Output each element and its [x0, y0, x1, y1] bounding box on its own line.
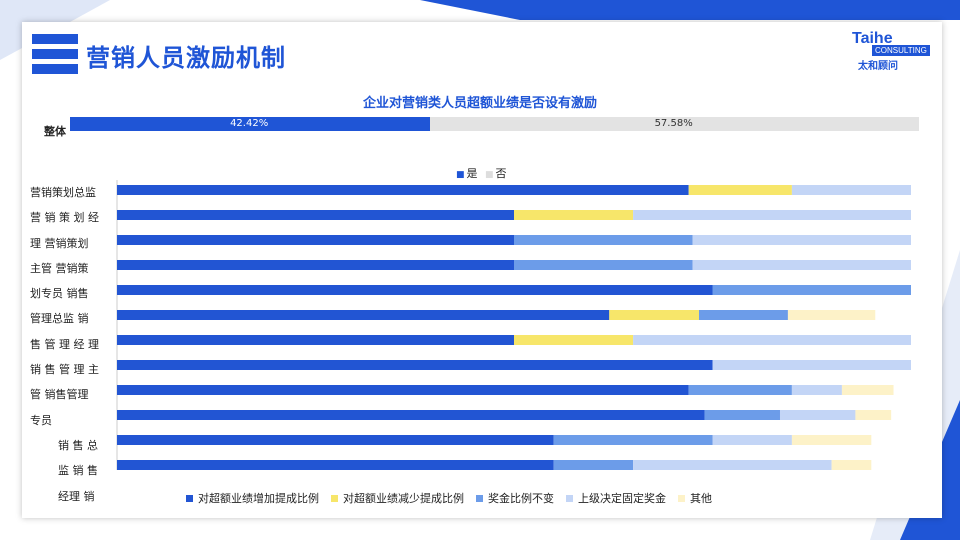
legend-swatch — [678, 494, 685, 502]
bar-segment-3 — [712, 285, 911, 295]
bar-segment-3 — [553, 460, 634, 470]
bar-segment-2 — [514, 210, 634, 220]
legend-swatch — [186, 494, 193, 502]
legend-item: 其他 — [678, 490, 712, 506]
bar-segment-1 — [117, 435, 554, 445]
bar-segment-1 — [117, 410, 705, 420]
bar-segment-5 — [787, 310, 876, 320]
legend-label: 对超额业绩增加提成比例 — [198, 492, 319, 505]
bar-segment-3 — [688, 385, 792, 395]
bar-segment-1 — [117, 285, 713, 295]
series-legend: 对超额业绩增加提成比例 对超额业绩减少提成比例 奖金比例不变 上级决定固定奖金 其他 — [186, 490, 724, 506]
bar-segment-4 — [791, 385, 842, 395]
legend-item: 奖金比例不变 — [476, 490, 554, 506]
bar-segment-2 — [688, 185, 792, 195]
bar-segment-4 — [779, 410, 856, 420]
legend-swatch — [331, 494, 338, 502]
bar-segment-1 — [117, 460, 554, 470]
legend-swatch — [566, 494, 573, 502]
bar-segment-3 — [514, 260, 693, 270]
bar-segment-5 — [841, 385, 894, 395]
bar-segment-5 — [855, 410, 892, 420]
legend-swatch — [476, 494, 483, 502]
bar-segment-5 — [791, 435, 872, 445]
bar-segment-4 — [633, 210, 911, 220]
bar-segment-1 — [117, 335, 514, 345]
legend-label: 上级决定固定奖金 — [578, 492, 666, 505]
legend-item: 对超额业绩减少提成比例 — [331, 490, 464, 506]
bar-segment-4 — [692, 235, 911, 245]
legend-item: 上级决定固定奖金 — [566, 490, 666, 506]
bar-segment-2 — [514, 335, 634, 345]
stacked-bar-chart — [116, 180, 911, 470]
legend-label: 对超额业绩减少提成比例 — [343, 492, 464, 505]
bar-segment-4 — [712, 435, 792, 445]
bar-segment-3 — [704, 410, 780, 420]
bar-segment-3 — [514, 235, 693, 245]
legend-item: 对超额业绩增加提成比例 — [186, 490, 319, 506]
bar-segment-1 — [117, 235, 514, 245]
bar-segment-4 — [633, 460, 832, 470]
bar-segment-1 — [117, 260, 514, 270]
bar-segment-3 — [553, 435, 713, 445]
legend-label: 奖金比例不变 — [488, 492, 554, 505]
bar-segment-5 — [831, 460, 872, 470]
bar-segment-1 — [117, 360, 713, 370]
bar-segment-1 — [117, 310, 610, 320]
bar-segment-3 — [699, 310, 788, 320]
legend-label: 其他 — [690, 492, 712, 505]
bar-segment-2 — [609, 310, 700, 320]
bar-segment-4 — [692, 260, 911, 270]
bar-segment-4 — [633, 335, 911, 345]
bar-segment-4 — [712, 360, 911, 370]
bar-segment-4 — [791, 185, 911, 195]
bar-segment-1 — [117, 385, 689, 395]
bar-segment-1 — [117, 210, 514, 220]
bar-segment-1 — [117, 185, 689, 195]
